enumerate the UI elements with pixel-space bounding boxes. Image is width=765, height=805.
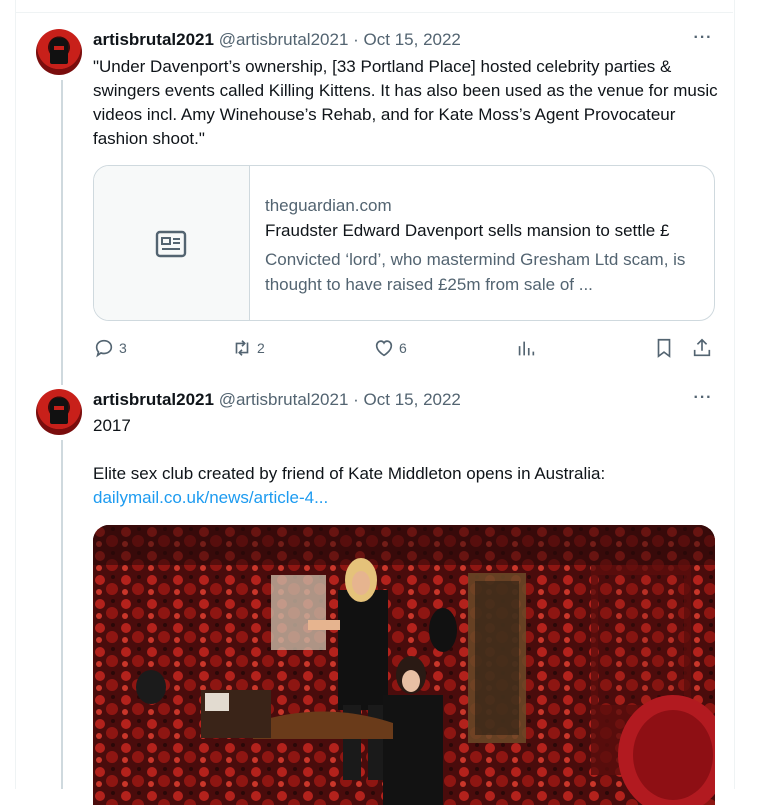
display-name[interactable]: artisbrutal2021 — [93, 30, 214, 49]
views-chart-icon — [518, 341, 535, 356]
heart-icon — [375, 340, 393, 357]
tweet-text: Elite sex club created by friend of Kate… — [93, 464, 606, 483]
reply-count: 3 — [119, 340, 127, 356]
tweet-text: "Under Davenport’s ownership, [33 Portla… — [93, 57, 718, 148]
tweet-year: 2017 — [93, 416, 131, 435]
timestamp[interactable]: Oct 15, 2022 — [364, 30, 461, 49]
avatar[interactable] — [36, 29, 82, 75]
reply-icon — [95, 339, 113, 358]
card-domain: theguardian.com — [265, 196, 392, 215]
link-card[interactable]: theguardian.com Fraudster Edward Davenpo… — [93, 165, 715, 321]
tweet-header: artisbrutal2021 @artisbrutal2021 · Oct 1… — [93, 390, 461, 410]
views-button[interactable] — [515, 337, 537, 359]
retweet-count: 2 — [257, 340, 265, 356]
bookmark-icon — [657, 338, 671, 358]
divider — [16, 12, 733, 13]
separator: · — [353, 390, 359, 409]
retweet-icon — [235, 340, 249, 356]
thread-line — [61, 80, 63, 385]
separator: · — [353, 30, 359, 49]
more-dots-icon[interactable]: ··· — [692, 30, 714, 49]
avatar[interactable] — [36, 389, 82, 435]
reply-button[interactable]: 3 — [93, 337, 127, 359]
bookmark-button[interactable] — [653, 337, 675, 359]
timestamp[interactable]: Oct 15, 2022 — [364, 390, 461, 409]
action-bar: 3 2 6 — [93, 337, 718, 361]
card-description: Convicted ‘lord’, who mastermind Gresham… — [265, 250, 686, 294]
thread-line — [61, 440, 63, 789]
tweet-photo[interactable] — [93, 525, 715, 805]
handle[interactable]: @artisbrutal2021 — [219, 390, 349, 409]
tweet-link[interactable]: dailymail.co.uk/news/article-4... — [93, 486, 718, 510]
card-title: Fraudster Edward Davenport sells mansion… — [265, 221, 670, 240]
article-icon — [155, 230, 187, 258]
like-button[interactable]: 6 — [373, 337, 407, 359]
photo-scene — [93, 525, 715, 805]
share-button[interactable] — [691, 337, 713, 359]
handle[interactable]: @artisbrutal2021 — [219, 30, 349, 49]
retweet-button[interactable]: 2 — [231, 337, 265, 359]
share-icon — [693, 338, 711, 357]
display-name[interactable]: artisbrutal2021 — [93, 390, 214, 409]
more-dots-icon[interactable]: ··· — [692, 390, 714, 409]
like-count: 6 — [399, 340, 407, 356]
card-thumbnail — [94, 166, 250, 320]
tweet-header: artisbrutal2021 @artisbrutal2021 · Oct 1… — [93, 30, 461, 50]
